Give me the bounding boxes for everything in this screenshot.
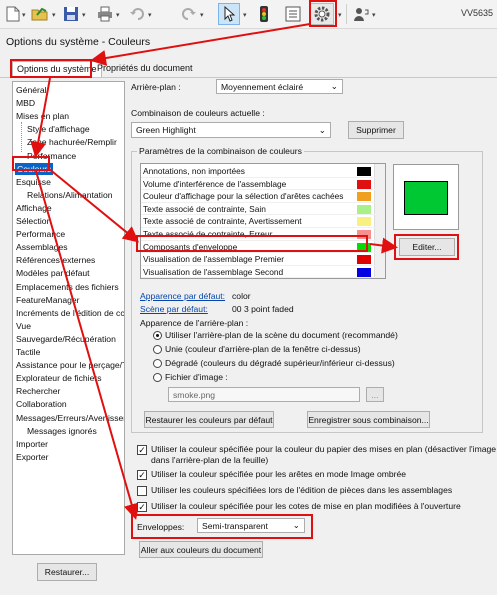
radio-label: Fichier d'image : (165, 372, 228, 382)
radio-label: Dégradé (couleurs du dégradé supérieur/i… (165, 358, 395, 368)
radio-label: Unie (couleur d'arrière-plan de la fenêt… (165, 344, 361, 354)
option-checkbox[interactable] (137, 486, 147, 496)
checkbox-label: Utiliser la couleur spécifiée pour les a… (151, 469, 407, 479)
option-checkbox[interactable]: ✓ (137, 470, 147, 480)
background-radio[interactable] (153, 359, 162, 368)
checkbox-label: Utiliser la couleur spécifiée pour la co… (151, 444, 497, 454)
background-radio[interactable] (153, 331, 162, 340)
checkbox-label-continued: dans l'arrière-plan de la feuille) (151, 455, 269, 465)
option-checkbox[interactable]: ✓ (137, 502, 147, 512)
option-checkbox[interactable]: ✓ (137, 445, 147, 455)
background-radio[interactable] (153, 345, 162, 354)
background-radio[interactable] (153, 373, 162, 382)
checkbox-label: Utiliser les couleurs spécifiées lors de… (151, 485, 453, 495)
radio-label: Utiliser l'arrière-plan de la scène du d… (165, 330, 398, 340)
checkbox-label: Utiliser la couleur spécifiée pour les c… (151, 501, 461, 511)
